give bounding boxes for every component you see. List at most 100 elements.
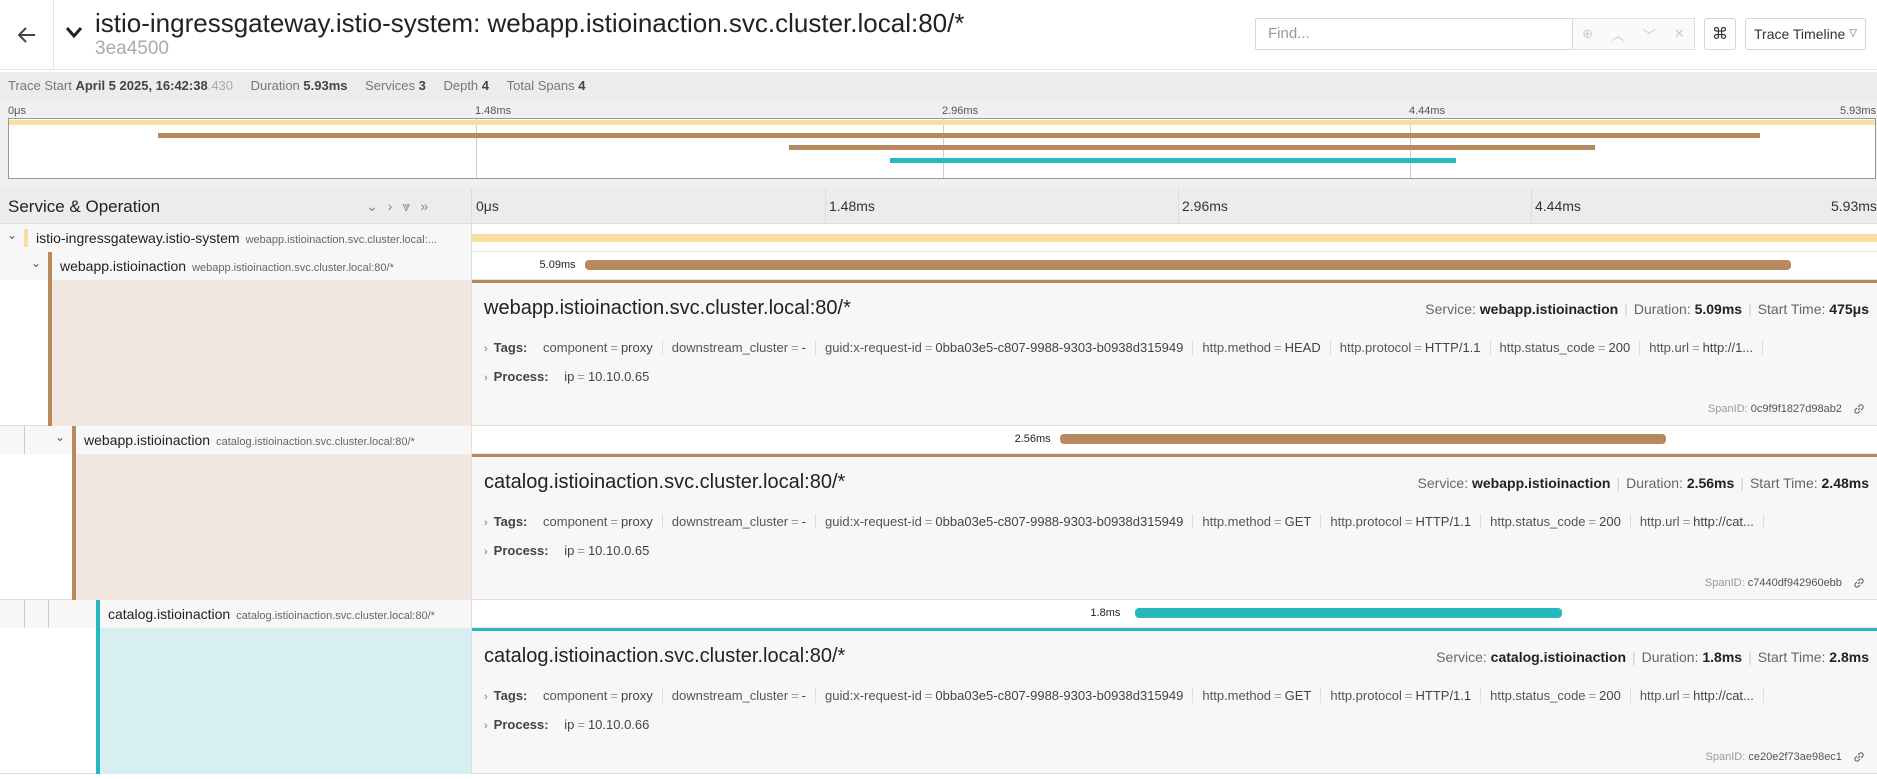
minimap-gridline bbox=[476, 119, 477, 178]
depth-label: Depth bbox=[443, 78, 479, 93]
tag-item: http.protocol = HTTP/1.1 bbox=[1330, 514, 1482, 529]
span-row-label[interactable]: ⌄ webapp.istioinaction webapp.istioinacti… bbox=[0, 252, 472, 280]
tag-key: http.method bbox=[1202, 340, 1272, 355]
keyboard-shortcuts-button[interactable]: ⌘ bbox=[1704, 18, 1736, 50]
span-bar[interactable] bbox=[472, 234, 1877, 242]
tag-key: http.protocol bbox=[1339, 340, 1412, 355]
services-value: 3 bbox=[418, 78, 426, 93]
tag-key: downstream_cluster bbox=[671, 340, 789, 355]
detail-indent-fill bbox=[100, 628, 471, 774]
span-row-label[interactable]: ⌄ webapp.istioinaction catalog.istioinact… bbox=[0, 426, 472, 454]
view-select-value: Trace Timeline bbox=[1754, 26, 1846, 42]
expand-all-icon[interactable]: » bbox=[420, 198, 438, 214]
tag-item: guid:x-request-id = 0bba03e5-c807-9988-930… bbox=[825, 688, 1194, 703]
close-icon[interactable]: ✕ bbox=[1674, 26, 1685, 42]
span-bar[interactable] bbox=[584, 260, 1791, 270]
timeline-tick: 5.93ms bbox=[1831, 198, 1877, 214]
tag-eq: = bbox=[1597, 340, 1606, 355]
minimap-tick: 4.44ms bbox=[1409, 105, 1446, 117]
span-table: Service & Operation ⌄›⩔» 0μs 1.48ms 2.96… bbox=[0, 188, 1877, 779]
detail-meta: Service: webapp.istioinaction | Duration: … bbox=[1425, 301, 1869, 317]
trace-minimap[interactable]: 0μs 1.48ms 2.96ms 4.44ms 5.93ms bbox=[0, 100, 1877, 188]
tags-list: component = proxy downstream_cluster = - guid:… bbox=[531, 688, 1773, 703]
tags-section[interactable]: › Tags: component = proxy downstream_cluster… bbox=[484, 688, 1874, 703]
span-bar[interactable] bbox=[1135, 608, 1562, 618]
span-row[interactable]: ⌄ webapp.istioinaction catalog.istioinact… bbox=[0, 426, 1877, 454]
tags-section[interactable]: › Tags: component = proxy downstream_cluster… bbox=[484, 340, 1874, 355]
span-row[interactable]: catalog.istioinaction catalog.istioinacti… bbox=[0, 600, 1877, 628]
tag-value: http://cat... bbox=[1693, 514, 1754, 529]
locate-icon[interactable]: ⊕ bbox=[1582, 26, 1593, 42]
timeline-tick: 2.96ms bbox=[1182, 198, 1228, 214]
detail-indent-fill bbox=[52, 280, 471, 426]
tag-key: http.status_code bbox=[1490, 514, 1586, 529]
span-row[interactable]: ⌄ webapp.istioinaction webapp.istioinacti… bbox=[0, 252, 1877, 280]
tag-eq: = bbox=[1414, 340, 1422, 355]
tag-item: component = proxy bbox=[543, 340, 663, 355]
link-icon[interactable] bbox=[1853, 403, 1865, 415]
service-operation-header: Service & Operation ⌄›⩔» bbox=[0, 188, 472, 224]
services-label: Services bbox=[365, 78, 415, 93]
process-key: ip bbox=[564, 543, 575, 558]
chevron-right-icon[interactable]: › bbox=[484, 343, 488, 355]
chevron-down-icon bbox=[65, 27, 83, 39]
process-section[interactable]: › Process: ip = 10.10.0.65 bbox=[484, 369, 649, 384]
collapse-header-button[interactable] bbox=[64, 22, 84, 42]
chevron-right-icon[interactable]: › bbox=[484, 372, 488, 384]
find-controls: ⊕ ︿ ﹀ ✕ bbox=[1573, 18, 1695, 50]
process-label: Process: bbox=[493, 717, 549, 732]
chevron-right-icon[interactable]: › bbox=[484, 720, 488, 732]
link-icon[interactable] bbox=[1853, 577, 1865, 589]
tag-eq: = bbox=[1404, 514, 1413, 529]
process-section[interactable]: › Process: ip = 10.10.0.65 bbox=[484, 543, 649, 558]
span-id-value: 0c9f9f1827d98ab2 bbox=[1750, 402, 1842, 415]
back-button[interactable] bbox=[0, 0, 54, 70]
expand-one-icon[interactable]: › bbox=[388, 198, 403, 214]
chevron-right-icon[interactable]: › bbox=[484, 546, 488, 558]
tag-item: guid:x-request-id = 0bba03e5-c807-9988-930… bbox=[825, 340, 1194, 355]
tag-eq: = bbox=[610, 514, 618, 529]
tag-eq: = bbox=[1274, 514, 1282, 529]
span-row[interactable]: ⌄ istio-ingressgateway.istio-system webap… bbox=[0, 224, 1877, 252]
chevron-down-icon[interactable]: ⌄ bbox=[26, 256, 46, 270]
tag-item: http.protocol = HTTP/1.1 bbox=[1340, 340, 1491, 355]
tag-key: http.url bbox=[1639, 688, 1680, 703]
span-bar[interactable] bbox=[1059, 434, 1667, 444]
trace-header: istio-ingressgateway.istio-system: webap… bbox=[0, 0, 1877, 70]
tag-item: http.status_code = 200 bbox=[1500, 340, 1641, 355]
tag-key: guid:x-request-id bbox=[825, 688, 922, 703]
chevron-down-icon[interactable]: ⌄ bbox=[50, 430, 70, 444]
minimap-canvas[interactable] bbox=[8, 118, 1876, 179]
collapse-all-icon[interactable]: ⩔ bbox=[402, 198, 420, 214]
span-id: SpanID: 0c9f9f1827d98ab2 bbox=[1708, 403, 1865, 415]
find-input[interactable]: Find... bbox=[1255, 18, 1573, 50]
chevron-down-icon[interactable]: ﹀ bbox=[1643, 25, 1656, 44]
tags-list: component = proxy downstream_cluster = - guid:… bbox=[531, 514, 1773, 529]
span-operation: webapp.istioinaction.svc.cluster.local:.… bbox=[245, 234, 437, 246]
view-select[interactable]: Trace Timeline ▽ bbox=[1745, 18, 1866, 50]
chevron-up-icon[interactable]: ︿ bbox=[1611, 25, 1624, 44]
link-icon[interactable] bbox=[1853, 751, 1865, 763]
chevron-right-icon[interactable]: › bbox=[484, 517, 488, 529]
tag-item: component = proxy bbox=[543, 514, 663, 529]
timeline-header: 0μs 1.48ms 2.96ms 4.44ms 5.93ms bbox=[472, 188, 1877, 224]
detail-title: catalog.istioinaction.svc.cluster.local:… bbox=[484, 645, 846, 667]
process-key: ip bbox=[564, 717, 575, 732]
chevron-down-icon[interactable]: ⌄ bbox=[2, 228, 22, 242]
service-operation-label: Service & Operation bbox=[8, 197, 161, 216]
collapse-one-icon[interactable]: ⌄ bbox=[366, 198, 388, 214]
tag-value: GET bbox=[1284, 514, 1312, 529]
tags-section[interactable]: › Tags: component = proxy downstream_cluster… bbox=[484, 514, 1874, 529]
chevron-right-icon[interactable]: › bbox=[484, 691, 488, 703]
span-row-label[interactable]: ⌄ istio-ingressgateway.istio-system webap… bbox=[0, 224, 472, 252]
tag-eq: = bbox=[924, 514, 933, 529]
service-color-chip bbox=[96, 600, 100, 628]
process-label: Process: bbox=[493, 369, 549, 384]
process-section[interactable]: › Process: ip = 10.10.0.66 bbox=[484, 717, 649, 732]
minimap-tick: 0μs bbox=[8, 105, 26, 117]
detail-indent bbox=[0, 628, 472, 774]
span-detail: catalog.istioinaction.svc.cluster.local:… bbox=[0, 628, 1877, 774]
span-row-label[interactable]: catalog.istioinaction catalog.istioinacti… bbox=[0, 600, 472, 628]
detail-title: catalog.istioinaction.svc.cluster.local:… bbox=[484, 471, 846, 493]
tag-item: http.url = http://cat... bbox=[1640, 688, 1764, 703]
